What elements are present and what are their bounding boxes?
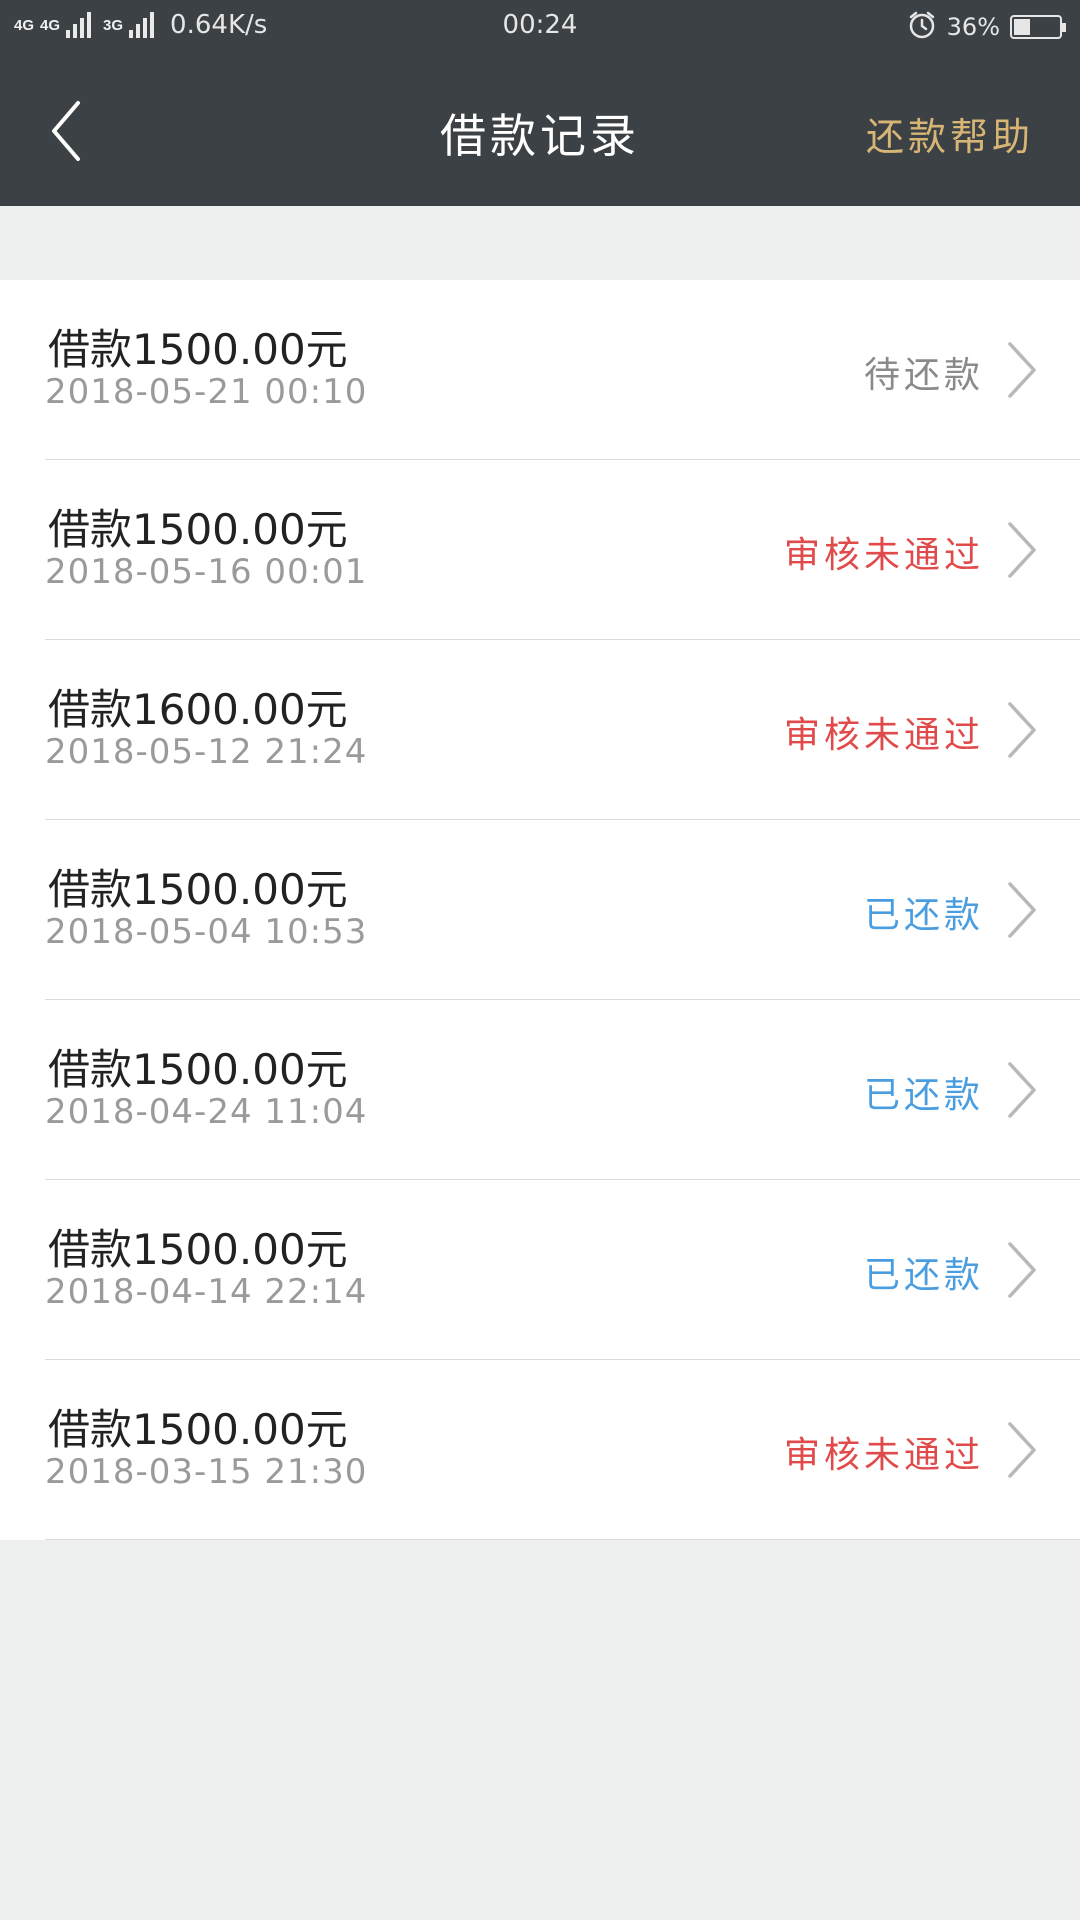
loan-status-label: 已还款 — [863, 1255, 984, 1296]
loan-date: 2018-04-24 11:04 — [45, 1092, 368, 1132]
chevron-right-icon — [1008, 882, 1036, 938]
row-divider — [45, 1539, 1080, 1540]
chevron-right-icon — [1008, 342, 1036, 398]
battery-icon — [1010, 15, 1066, 39]
loan-record-row[interactable]: 借款1500.00元 2018-03-15 21:30 审核未通过 — [0, 1360, 1080, 1540]
chevron-right-icon — [1008, 1422, 1036, 1478]
loan-record-row[interactable]: 借款1500.00元 2018-05-16 00:01 审核未通过 — [0, 460, 1080, 640]
loan-record-row[interactable]: 借款1600.00元 2018-05-12 21:24 审核未通过 — [0, 640, 1080, 820]
battery-percent: 36% — [946, 13, 1000, 41]
loan-amount-title: 借款1500.00元 — [48, 505, 348, 554]
loan-status-label: 审核未通过 — [783, 1435, 984, 1476]
loan-amount-title: 借款1500.00元 — [48, 1225, 348, 1274]
title-bar: 借款记录 还款帮助 — [0, 56, 1080, 206]
chevron-right-icon — [1008, 702, 1036, 758]
loan-amount-title: 借款1500.00元 — [48, 1045, 348, 1094]
loan-date: 2018-05-21 00:10 — [45, 372, 368, 412]
repayment-help-link[interactable]: 还款帮助 — [866, 106, 1034, 161]
loan-status-label: 审核未通过 — [783, 715, 984, 756]
chevron-right-icon — [1008, 1242, 1036, 1298]
loan-amount-title: 借款1500.00元 — [48, 865, 348, 914]
loan-amount-title: 借款1500.00元 — [48, 1405, 348, 1454]
alarm-icon — [907, 10, 937, 44]
loan-amount-title: 借款1500.00元 — [48, 325, 348, 374]
chevron-right-icon — [1008, 1062, 1036, 1118]
loan-date: 2018-05-04 10:53 — [45, 912, 368, 952]
status-right: 36% — [907, 10, 1066, 44]
loan-record-row[interactable]: 借款1500.00元 2018-05-04 10:53 已还款 — [0, 820, 1080, 1000]
loan-date: 2018-03-15 21:30 — [45, 1452, 368, 1492]
loan-status-label: 已还款 — [863, 1075, 984, 1116]
loan-record-row[interactable]: 借款1500.00元 2018-04-14 22:14 已还款 — [0, 1180, 1080, 1360]
loan-record-row[interactable]: 借款1500.00元 2018-04-24 11:04 已还款 — [0, 1000, 1080, 1180]
loan-record-row[interactable]: 借款1500.00元 2018-05-21 00:10 待还款 — [0, 280, 1080, 460]
loan-date: 2018-04-14 22:14 — [45, 1272, 368, 1312]
loan-status-label: 待还款 — [863, 355, 984, 396]
chevron-right-icon — [1008, 522, 1036, 578]
loan-record-list: 借款1500.00元 2018-05-21 00:10 待还款 借款1500.00元 2… — [0, 280, 1080, 1540]
loan-status-label: 审核未通过 — [783, 535, 984, 576]
loan-amount-title: 借款1600.00元 — [48, 685, 348, 734]
loan-status-label: 已还款 — [863, 895, 984, 936]
loan-date: 2018-05-16 00:01 — [45, 552, 368, 592]
status-bar: 4G 4G 3G 0.64K/s 00:24 36% — [0, 0, 1080, 56]
loan-date: 2018-05-12 21:24 — [45, 732, 368, 772]
